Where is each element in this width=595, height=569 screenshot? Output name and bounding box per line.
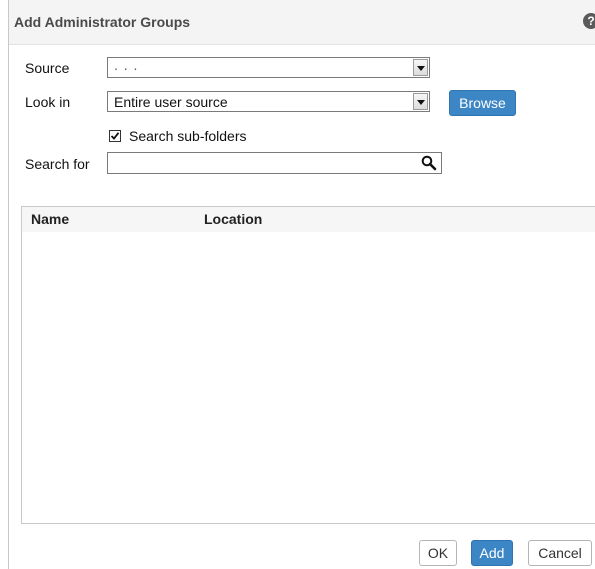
- source-select-value: . . .: [114, 57, 139, 73]
- search-subfolders-checkbox[interactable]: [109, 130, 121, 142]
- search-subfolders-label: Search sub-folders: [129, 128, 247, 144]
- search-input[interactable]: [107, 152, 442, 174]
- add-administrator-groups-dialog: Add Administrator Groups ? Source . . . …: [8, 0, 595, 569]
- results-table: Name Location: [21, 206, 595, 524]
- results-header: Name Location: [22, 207, 595, 232]
- add-button[interactable]: Add: [471, 540, 513, 566]
- look-in-select[interactable]: Entire user source: [107, 91, 430, 112]
- source-select[interactable]: . . .: [107, 57, 430, 78]
- ok-button[interactable]: OK: [419, 540, 457, 566]
- search-icon[interactable]: [421, 155, 437, 171]
- chevron-down-icon[interactable]: [413, 93, 428, 110]
- help-icon[interactable]: ?: [583, 13, 595, 29]
- column-header-name[interactable]: Name: [31, 211, 69, 227]
- look-in-label: Look in: [25, 94, 71, 110]
- checkmark-icon: [110, 132, 120, 140]
- dialog-title: Add Administrator Groups: [14, 14, 191, 30]
- column-header-location[interactable]: Location: [204, 211, 262, 227]
- dialog-title-bar: Add Administrator Groups ?: [9, 0, 595, 45]
- cancel-button[interactable]: Cancel: [528, 540, 592, 566]
- browse-button[interactable]: Browse: [449, 90, 516, 116]
- look-in-select-value: Entire user source: [114, 94, 228, 110]
- chevron-down-icon[interactable]: [413, 59, 428, 76]
- source-label: Source: [25, 60, 70, 76]
- search-for-label: Search for: [25, 156, 90, 172]
